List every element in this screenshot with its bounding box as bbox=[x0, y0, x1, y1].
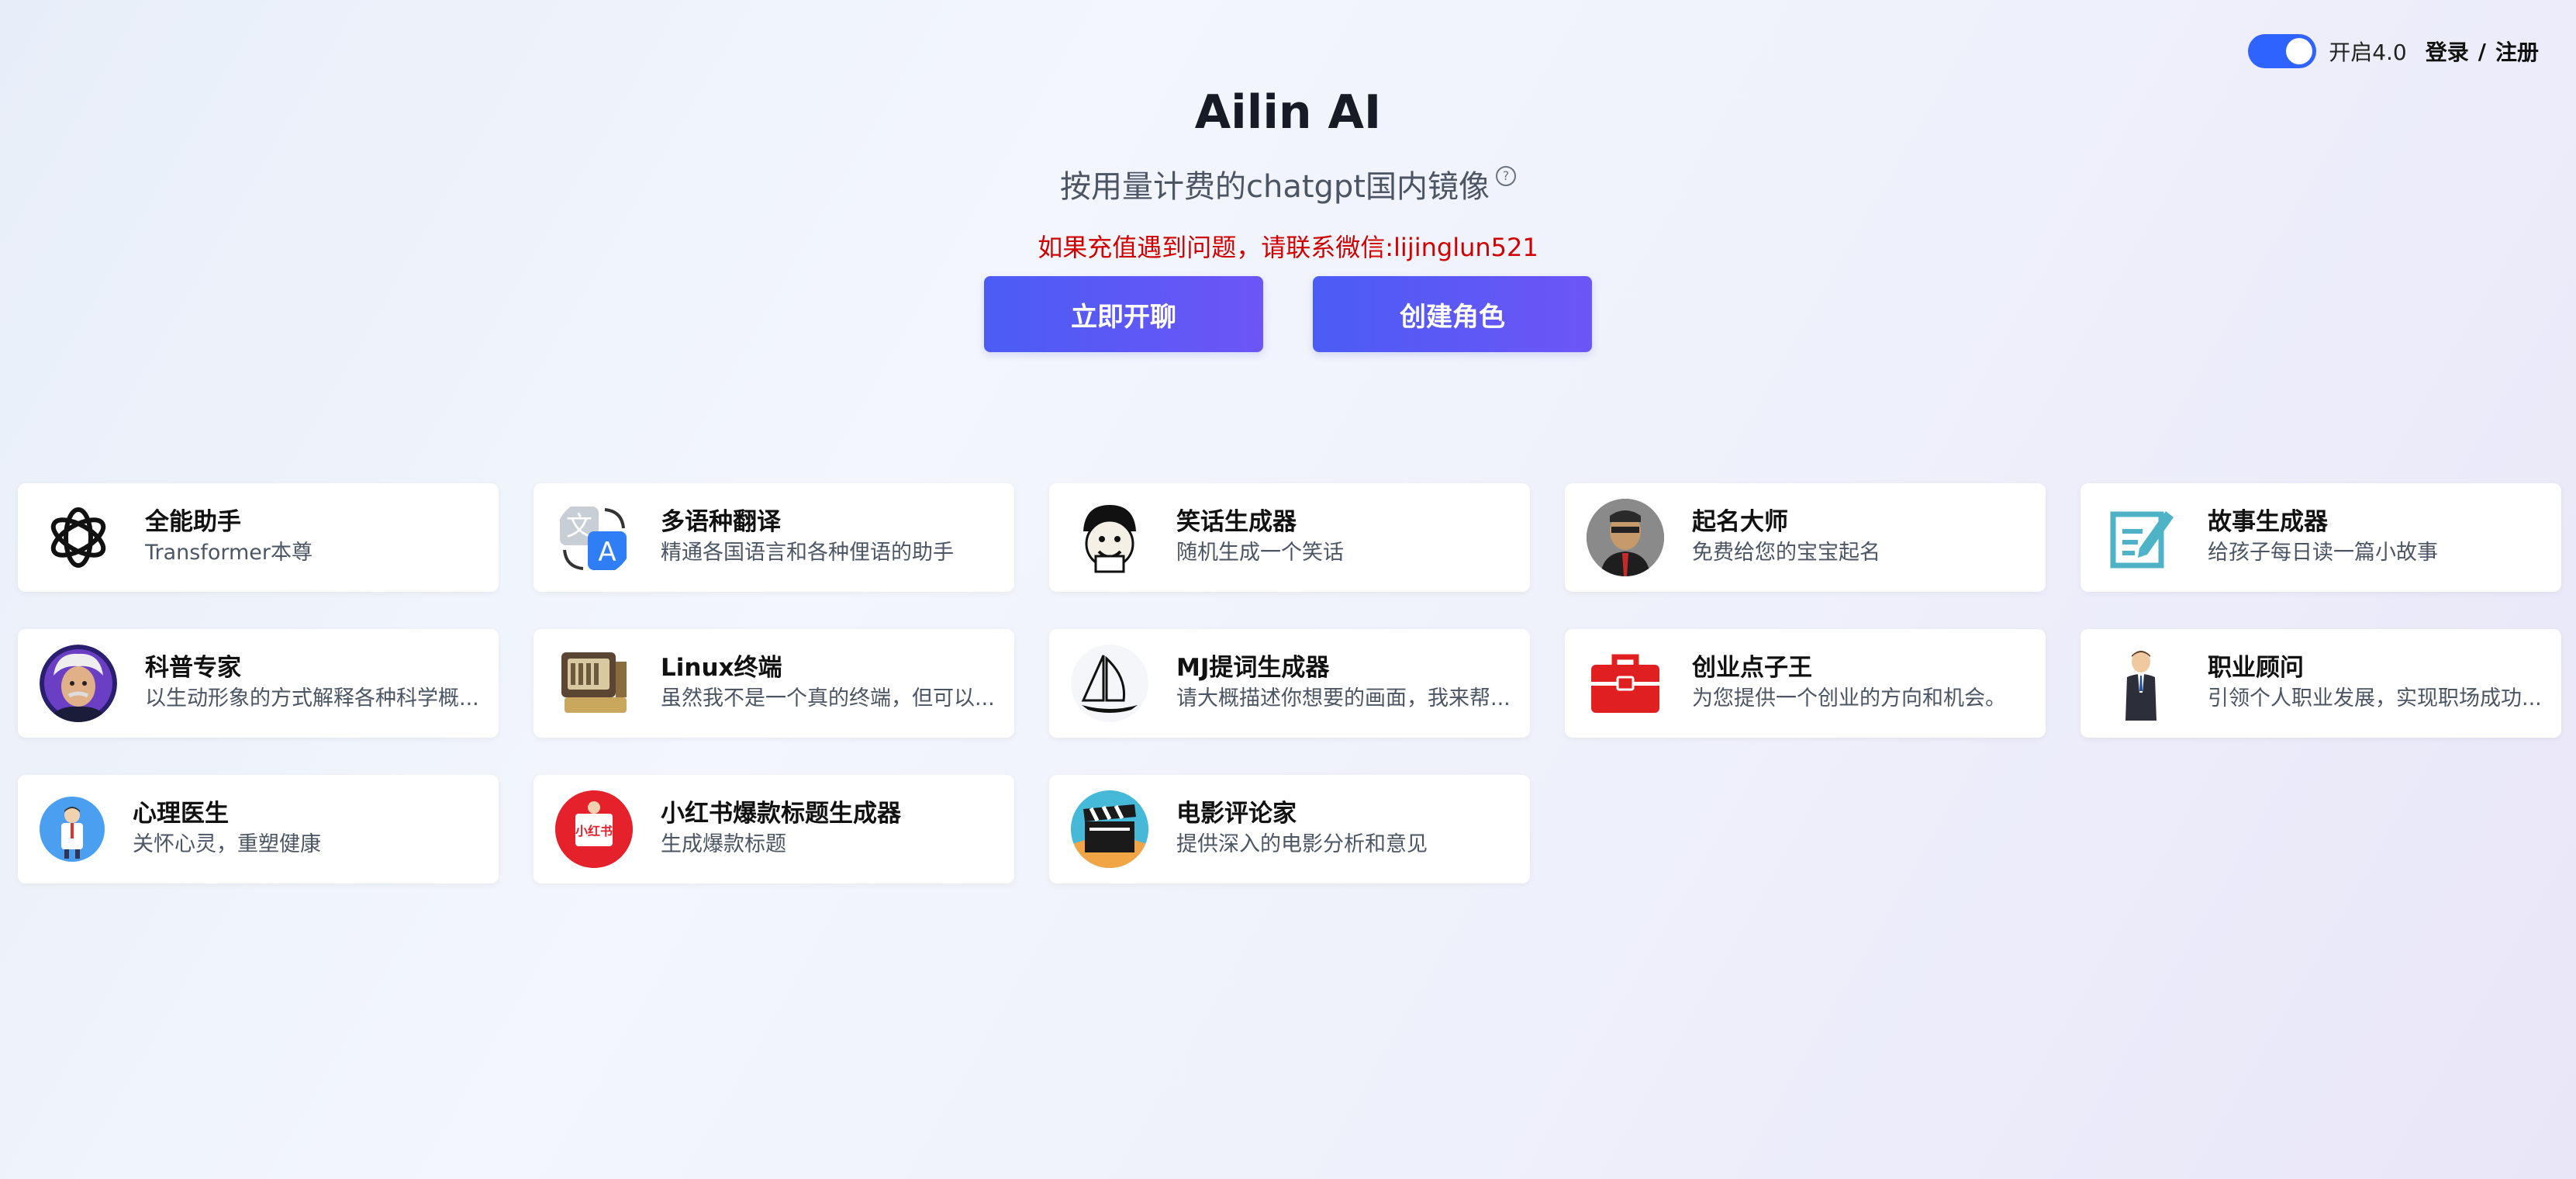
meme-face-icon bbox=[1071, 499, 1148, 576]
role-card[interactable]: 小红书 小红书爆款标题生成器 生成爆款标题 bbox=[534, 775, 1014, 883]
page-title: Ailin AI bbox=[1194, 85, 1382, 140]
role-card[interactable]: 心理医生 关怀心灵，重塑健康 bbox=[18, 775, 499, 883]
card-title: 故事生成器 bbox=[2208, 508, 2328, 536]
toolbox-icon bbox=[1587, 645, 1664, 722]
hero-section: Ailin AI 按用量计费的chatgpt国内镜像 ? 如果充值遇到问题，请联… bbox=[0, 78, 2576, 352]
role-card[interactable]: 科普专家 以生动形象的方式解释各种科学概... bbox=[18, 629, 499, 738]
card-title: 小红书爆款标题生成器 bbox=[661, 800, 901, 828]
scientist-avatar-icon bbox=[40, 645, 117, 722]
card-description: 给孩子每日读一篇小故事 bbox=[2208, 541, 2438, 565]
translate-icon: 文 A bbox=[555, 499, 633, 576]
auth-separator: / bbox=[2478, 38, 2486, 64]
card-title: MJ提词生成器 bbox=[1176, 654, 1330, 682]
card-title: 笑话生成器 bbox=[1176, 508, 1297, 536]
card-title: 心理医生 bbox=[133, 800, 229, 828]
sailboat-icon bbox=[1071, 645, 1148, 722]
role-card[interactable]: 起名大师 免费给您的宝宝起名 bbox=[1565, 483, 2046, 592]
card-description: 关怀心灵，重塑健康 bbox=[133, 832, 321, 856]
role-card[interactable]: 全能助手 Transformer本尊 bbox=[18, 483, 499, 592]
card-title: 多语种翻译 bbox=[661, 508, 781, 536]
help-icon[interactable]: ? bbox=[1496, 166, 1516, 186]
top-bar: 开启4.0 登录 / 注册 bbox=[2248, 34, 2539, 68]
card-title: 起名大师 bbox=[1692, 508, 1788, 536]
card-description: 生成爆款标题 bbox=[661, 832, 786, 856]
login-link[interactable]: 登录 bbox=[2426, 36, 2469, 67]
card-description: 请大概描述你想要的画面，我来帮... bbox=[1176, 686, 1511, 711]
role-card[interactable]: 故事生成器 给孩子每日读一篇小故事 bbox=[2080, 483, 2561, 592]
subtitle-text: 按用量计费的chatgpt国内镜像 bbox=[1059, 169, 1490, 205]
card-description: 以生动形象的方式解释各种科学概... bbox=[145, 686, 479, 711]
card-description: 虽然我不是一个真的终端，但可以... bbox=[661, 686, 995, 711]
role-card[interactable]: MJ提词生成器 请大概描述你想要的画面，我来帮... bbox=[1049, 629, 1530, 738]
gpt4-toggle[interactable] bbox=[2248, 34, 2317, 68]
card-description: 提供深入的电影分析和意见 bbox=[1176, 832, 1428, 856]
svg-text:A: A bbox=[598, 537, 616, 568]
toggle-label: 开启4.0 bbox=[2329, 40, 2407, 65]
card-description: Transformer本尊 bbox=[145, 541, 313, 565]
edit-note-icon bbox=[2102, 499, 2180, 576]
retro-computer-icon bbox=[555, 645, 633, 722]
doctor-icon bbox=[40, 797, 105, 862]
page-subtitle: 按用量计费的chatgpt国内镜像 ? bbox=[1060, 161, 1516, 206]
start-chat-button[interactable]: 立即开聊 bbox=[984, 276, 1263, 352]
card-title: 职业顾问 bbox=[2208, 654, 2304, 682]
card-title: 电影评论家 bbox=[1176, 800, 1297, 828]
toggle-knob bbox=[2286, 38, 2313, 64]
role-card[interactable]: Linux终端 虽然我不是一个真的终端，但可以... bbox=[534, 629, 1014, 738]
clapperboard-icon bbox=[1071, 790, 1148, 868]
card-title: 创业点子王 bbox=[1692, 654, 1812, 682]
role-card-grid: 全能助手 Transformer本尊 文 A 多语种翻译 精通各国语言和各种俚语… bbox=[18, 483, 2561, 883]
auth-links: 登录 / 注册 bbox=[2426, 36, 2539, 67]
card-title: 全能助手 bbox=[145, 508, 241, 536]
card-description: 精通各国语言和各种俚语的助手 bbox=[661, 541, 954, 565]
card-description: 免费给您的宝宝起名 bbox=[1692, 541, 1880, 565]
create-role-button[interactable]: 创建角色 bbox=[1313, 276, 1592, 352]
businessman-icon bbox=[2102, 645, 2180, 722]
card-title: Linux终端 bbox=[661, 654, 782, 682]
card-description: 为您提供一个创业的方向和机会。 bbox=[1692, 686, 2006, 711]
hero-buttons: 立即开聊 创建角色 bbox=[0, 276, 2576, 352]
openai-logo-icon bbox=[40, 499, 117, 576]
role-card[interactable]: 文 A 多语种翻译 精通各国语言和各种俚语的助手 bbox=[534, 483, 1014, 592]
card-description: 引领个人职业发展，实现职场成功... bbox=[2208, 686, 2542, 711]
register-link[interactable]: 注册 bbox=[2495, 36, 2539, 67]
xiaohongshu-logo-icon: 小红书 bbox=[555, 790, 633, 868]
role-card[interactable]: 笑话生成器 随机生成一个笑话 bbox=[1049, 483, 1530, 592]
xiaohongshu-logo-text: 小红书 bbox=[575, 824, 613, 838]
role-card[interactable]: 职业顾问 引领个人职业发展，实现职场成功... bbox=[2080, 629, 2561, 738]
card-title: 科普专家 bbox=[145, 654, 241, 682]
portrait-avatar-icon bbox=[1587, 499, 1664, 576]
role-card[interactable]: 创业点子王 为您提供一个创业的方向和机会。 bbox=[1565, 629, 2046, 738]
role-card[interactable]: 电影评论家 提供深入的电影分析和意见 bbox=[1049, 775, 1530, 883]
recharge-notice: 如果充值遇到问题，请联系微信:lijinglun521 bbox=[1038, 233, 1538, 262]
card-description: 随机生成一个笑话 bbox=[1176, 541, 1344, 565]
